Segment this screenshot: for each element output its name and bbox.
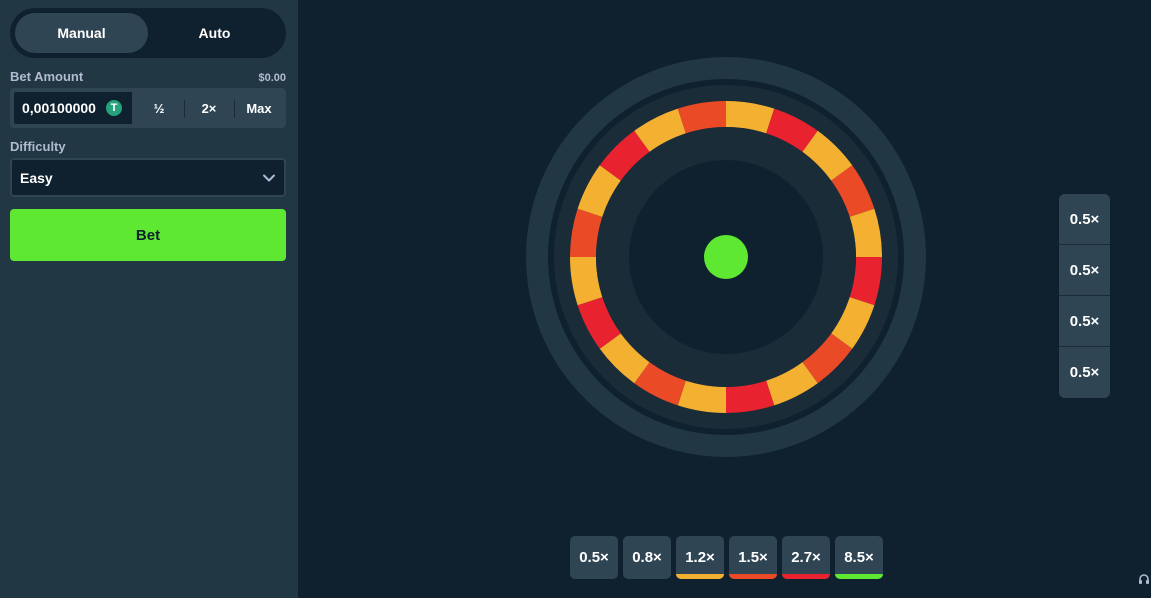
difficulty-select[interactable]: Easy xyxy=(10,158,286,197)
multiplier-history-item: 0.5× xyxy=(1069,364,1100,381)
payout-row: 0.5× 0.8× 1.2× 1.5× 2.7× 8.5× xyxy=(570,536,883,579)
difficulty-label-row: Difficulty xyxy=(10,139,286,154)
bet-amount-label-row: Bet Amount $0.00 xyxy=(10,69,286,84)
bet-amount-label: Bet Amount xyxy=(10,69,84,84)
payout-chip[interactable]: 8.5× xyxy=(835,536,883,579)
chevron-down-icon xyxy=(263,174,275,181)
payout-color-bar xyxy=(729,574,777,579)
payout-chip[interactable]: 0.5× xyxy=(570,536,618,579)
tether-icon: T xyxy=(106,100,122,116)
payout-label: 2.7× xyxy=(791,549,821,566)
mode-toggle: Manual Auto xyxy=(10,8,286,58)
multiplier-history-stack: 0.5× 0.5× 0.5× 0.5× xyxy=(1059,194,1110,398)
bet-amount-usd: $0.00 xyxy=(258,72,286,84)
difficulty-selected-value: Easy xyxy=(20,169,53,186)
payout-label: 0.8× xyxy=(632,549,662,566)
payout-label: 1.2× xyxy=(685,549,715,566)
payout-color-bar xyxy=(835,574,883,579)
multiplier-history-item: 0.5× xyxy=(1059,296,1110,347)
payout-chip[interactable]: 1.5× xyxy=(729,536,777,579)
game-area: 0.5× 0.5× 0.5× 0.5× 0.5× 0.8× 1.2× 1.5× … xyxy=(298,0,1151,598)
sidebar: Manual Auto Bet Amount $0.00 T ½ 2× Max … xyxy=(0,0,298,598)
payout-chip[interactable]: 2.7× xyxy=(782,536,830,579)
bet-button[interactable]: Bet xyxy=(10,209,286,261)
wheel-center-dot xyxy=(704,235,748,279)
bet-amount-input[interactable] xyxy=(22,100,100,116)
payout-chip[interactable]: 0.8× xyxy=(623,536,671,579)
max-bet-button[interactable]: Max xyxy=(234,90,284,126)
app-root: Manual Auto Bet Amount $0.00 T ½ 2× Max … xyxy=(0,0,1151,598)
difficulty-label: Difficulty xyxy=(10,139,66,154)
payout-color-bar xyxy=(782,574,830,579)
half-bet-button[interactable]: ½ xyxy=(134,90,184,126)
payout-label: 1.5× xyxy=(738,549,768,566)
multiplier-history-item: 0.5× xyxy=(1059,194,1110,245)
headset-icon[interactable] xyxy=(1137,572,1151,586)
double-bet-button[interactable]: 2× xyxy=(184,90,234,126)
payout-label: 0.5× xyxy=(579,549,609,566)
payout-label: 8.5× xyxy=(844,549,874,566)
multiplier-history-item: 0.5× xyxy=(1059,245,1110,296)
tab-auto[interactable]: Auto xyxy=(148,13,281,53)
payout-chip[interactable]: 1.2× xyxy=(676,536,724,579)
bet-amount-row: T ½ 2× Max xyxy=(10,88,286,128)
payout-color-bar xyxy=(570,574,618,579)
wheel xyxy=(526,57,926,457)
payout-color-bar xyxy=(676,574,724,579)
tab-manual[interactable]: Manual xyxy=(15,13,148,53)
payout-color-bar xyxy=(623,574,671,579)
bet-amount-field-wrap: T xyxy=(12,90,134,126)
